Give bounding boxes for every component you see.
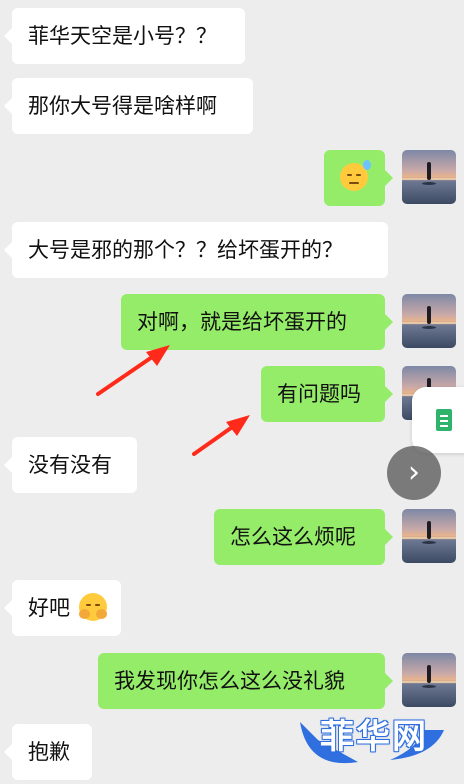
message-bubble[interactable]: 好吧 [4,580,121,636]
message-bubble[interactable]: 那你大号得是啥样啊 [4,78,253,134]
chevron-right-icon: › [408,455,420,490]
message-bubble[interactable]: 大号是邪的那个？？给坏蛋开的？ [4,222,388,278]
message-text: 有问题吗 [277,382,361,406]
watermark-text: 菲华网 [320,717,428,757]
floating-document-card[interactable] [412,387,464,453]
message-text: 大号是邪的那个？？给坏蛋开的？ [28,238,343,262]
message-text: 抱歉 [28,740,70,764]
message-bubble[interactable]: 有问题吗 [261,366,393,422]
message-text: 好吧 [28,596,70,620]
message-bubble[interactable]: 菲华天空是小号？？ [4,8,245,64]
message-text: 没有没有 [28,453,112,477]
message-bubble[interactable]: 没有没有 [4,437,137,493]
embarrassed-emoji-icon [78,593,107,621]
next-button[interactable]: › [387,446,441,500]
sweat-smile-emoji-icon [340,160,371,191]
watermark: 菲华网 [298,700,448,770]
avatar[interactable] [402,509,456,563]
message-text: 对啊，就是给坏蛋开的 [137,310,347,334]
avatar[interactable] [402,150,456,204]
message-text: 菲华天空是小号？？ [28,24,217,48]
message-bubble[interactable]: 抱歉 [4,724,92,780]
red-arrow-icon [192,415,250,456]
avatar[interactable] [402,653,456,707]
message-text: 怎么这么烦呢 [230,525,356,549]
document-icon [436,409,452,431]
message-text: 我发现你怎么这么没礼貌 [114,669,345,693]
message-text: 那你大号得是啥样啊 [28,94,217,118]
message-bubble[interactable] [324,150,393,206]
avatar[interactable] [402,294,456,348]
red-arrow-icon [96,345,170,396]
message-bubble[interactable]: 怎么这么烦呢 [214,509,393,565]
